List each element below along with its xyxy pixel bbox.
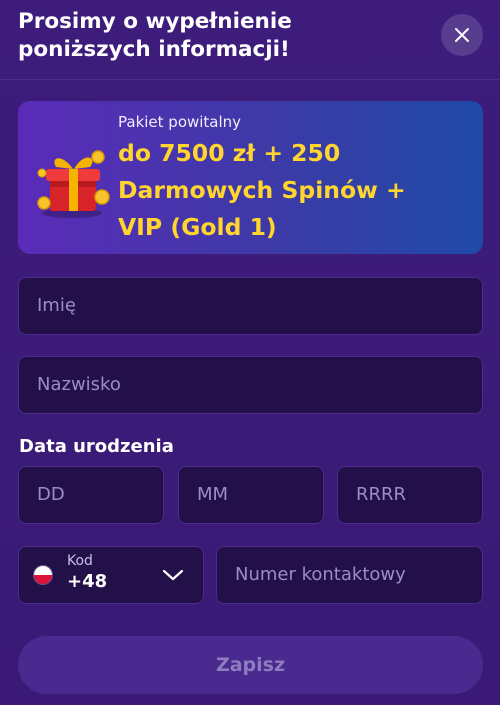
- birth-day-placeholder: DD: [37, 484, 65, 505]
- birth-date-label: Data urodzenia: [19, 436, 174, 457]
- last-name-placeholder: Nazwisko: [37, 374, 121, 395]
- close-button[interactable]: [441, 14, 483, 56]
- offer-line3: VIP (Gold 1): [118, 213, 277, 241]
- birth-day-field[interactable]: DD: [18, 466, 164, 524]
- modal-header: Prosimy o wypełnienie poniższych informa…: [0, 0, 500, 80]
- offer-line1: do 7500 zł + 250: [118, 139, 341, 167]
- registration-modal: Prosimy o wypełnienie poniższych informa…: [0, 0, 500, 705]
- banner-offer: do 7500 zł + 250 Darmowych Spinów + VIP …: [118, 135, 468, 246]
- country-code-select[interactable]: Kod +48: [18, 546, 204, 604]
- birth-year-placeholder: RRRR: [356, 484, 407, 505]
- modal-title: Prosimy o wypełnienie poniższych informa…: [18, 8, 418, 64]
- birth-month-placeholder: MM: [197, 484, 229, 505]
- chevron-down-icon: [162, 569, 184, 581]
- last-name-field[interactable]: Nazwisko: [18, 356, 483, 414]
- country-code-label: Kod: [67, 553, 93, 569]
- welcome-bonus-banner: Pakiet powitalny do 7500 zł + 250 Darmow…: [18, 101, 483, 254]
- banner-subtitle: Pakiet powitalny: [118, 113, 242, 131]
- phone-number-placeholder: Numer kontaktowy: [235, 564, 406, 585]
- modal-title-line1: Prosimy o wypełnienie: [18, 9, 292, 34]
- country-code-value: +48: [67, 571, 108, 592]
- first-name-field[interactable]: Imię: [18, 277, 483, 335]
- gift-icon: [37, 150, 110, 218]
- poland-flag-icon: [33, 565, 53, 585]
- birth-year-field[interactable]: RRRR: [337, 466, 483, 524]
- first-name-placeholder: Imię: [37, 295, 76, 316]
- modal-title-line2: poniższych informacji!: [18, 37, 290, 62]
- offer-line2: Darmowych Spinów +: [118, 176, 406, 204]
- birth-month-field[interactable]: MM: [178, 466, 324, 524]
- close-icon: [455, 28, 469, 42]
- phone-number-field[interactable]: Numer kontaktowy: [216, 546, 483, 604]
- save-button[interactable]: Zapisz: [18, 636, 483, 694]
